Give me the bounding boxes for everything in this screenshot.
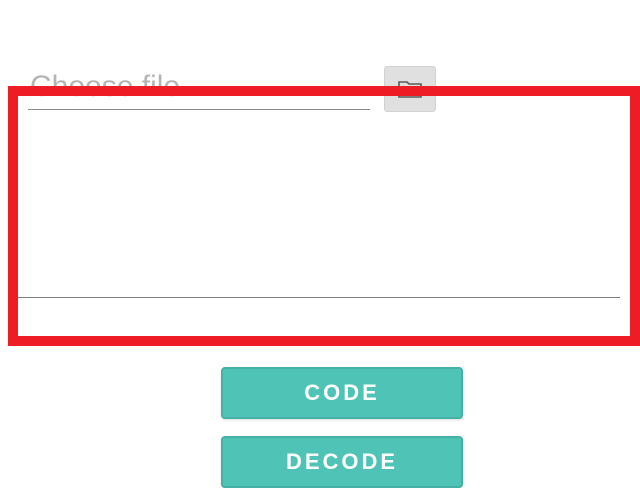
- highlight-box: [8, 86, 640, 346]
- code-button[interactable]: CODE: [221, 367, 463, 419]
- decode-button[interactable]: DECODE: [221, 436, 463, 488]
